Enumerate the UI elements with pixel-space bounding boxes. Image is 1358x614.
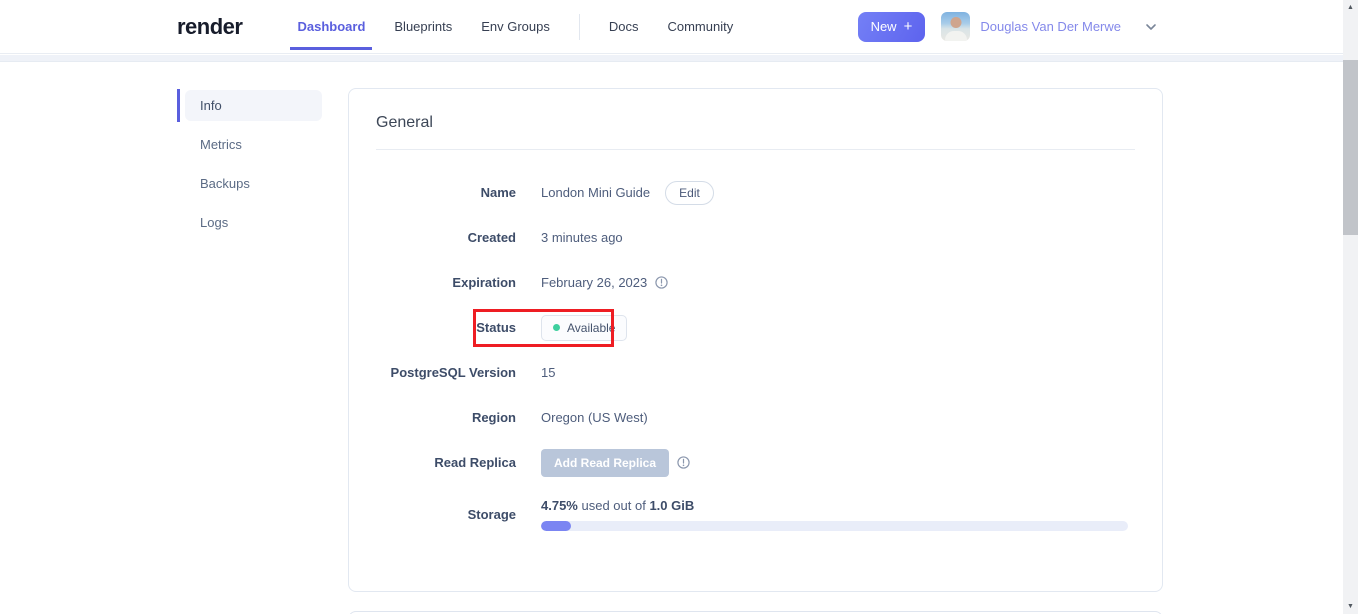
created-value: 3 minutes ago: [541, 230, 623, 245]
plus-icon: +: [903, 18, 913, 35]
panel-title: General: [376, 114, 433, 131]
header-right-group: New + Douglas Van Der Merwe: [857, 11, 1157, 42]
status-badge: Available: [541, 314, 628, 341]
new-button[interactable]: New +: [857, 11, 926, 42]
nav-docs[interactable]: Docs: [609, 19, 639, 34]
storage-label: Storage: [467, 506, 516, 522]
nav-community[interactable]: Community: [667, 19, 733, 34]
expiration-label: Expiration: [452, 275, 516, 290]
storage-row: Storage 4.75% used out of 1.0 GiB: [376, 485, 1135, 543]
version-label: PostgreSQL Version: [390, 365, 516, 380]
user-name[interactable]: Douglas Van Der Merwe: [980, 19, 1121, 34]
page-scrollbar[interactable]: ▲ ▼: [1343, 0, 1358, 614]
chevron-down-icon[interactable]: [1145, 21, 1157, 33]
version-value: 15: [541, 365, 556, 380]
storage-usage-text: 4.75% used out of 1.0 GiB: [541, 498, 1128, 513]
sidebar-item-info[interactable]: Info: [177, 89, 322, 122]
nav-env-groups[interactable]: Env Groups: [481, 19, 550, 34]
scrollbar-thumb[interactable]: [1343, 60, 1358, 235]
name-label: Name: [480, 185, 516, 200]
created-label: Created: [467, 230, 516, 245]
expiration-row: Expiration February 26, 2023: [376, 260, 1135, 305]
status-row: Status Available: [376, 305, 1135, 350]
sidebar-item-logs[interactable]: Logs: [185, 207, 322, 238]
read-replica-info-icon[interactable]: [677, 456, 690, 469]
read-replica-label: Read Replica: [434, 455, 516, 470]
service-sidebar: Info Metrics Backups Logs: [177, 89, 323, 246]
nav-dashboard[interactable]: Dashboard: [290, 19, 373, 50]
status-label: Status: [476, 320, 516, 335]
read-replica-row: Read Replica Add Read Replica: [376, 440, 1135, 485]
edit-name-button[interactable]: Edit: [665, 180, 714, 205]
storage-used-percent: 4.75%: [541, 497, 578, 513]
storage-progress-track: [541, 520, 1128, 531]
region-row: Region Oregon (US West): [376, 395, 1135, 440]
region-value: Oregon (US West): [541, 410, 648, 425]
sidebar-item-backups[interactable]: Backups: [185, 168, 322, 199]
created-row: Created 3 minutes ago: [376, 215, 1135, 260]
status-dot-icon: [553, 324, 560, 331]
nav-divider: [578, 13, 580, 40]
status-badge-text: Available: [567, 320, 616, 335]
storage-middle-text: used out of: [577, 497, 650, 513]
avatar-head: [950, 17, 962, 28]
storage-progress-fill: [541, 520, 571, 531]
scroll-down-icon[interactable]: ▼: [1343, 599, 1358, 614]
name-value: London Mini Guide: [541, 185, 651, 200]
avatar-shirt: [944, 31, 967, 41]
scroll-up-icon[interactable]: ▲: [1343, 0, 1358, 15]
add-read-replica-button[interactable]: Add Read Replica: [541, 448, 670, 477]
region-label: Region: [471, 410, 516, 425]
header-sub-band: [0, 55, 1343, 62]
expiration-value: February 26, 2023: [541, 275, 648, 290]
avatar[interactable]: [941, 12, 971, 41]
render-logo[interactable]: render: [177, 14, 243, 40]
top-navigation-bar: render Dashboard Blueprints Env Groups D…: [0, 0, 1343, 54]
sidebar-item-metrics[interactable]: Metrics: [185, 129, 322, 160]
expiration-info-icon[interactable]: [655, 276, 668, 289]
name-row: Name London Mini Guide Edit: [376, 170, 1135, 215]
general-panel: General Name London Mini Guide Edit Crea…: [348, 88, 1163, 592]
nav-blueprints[interactable]: Blueprints: [394, 19, 452, 34]
new-button-label: New: [870, 19, 897, 34]
storage-total: 1.0 GiB: [649, 497, 695, 513]
version-row: PostgreSQL Version 15: [376, 350, 1135, 395]
main-nav: Dashboard Blueprints Env Groups Docs Com…: [290, 13, 733, 50]
